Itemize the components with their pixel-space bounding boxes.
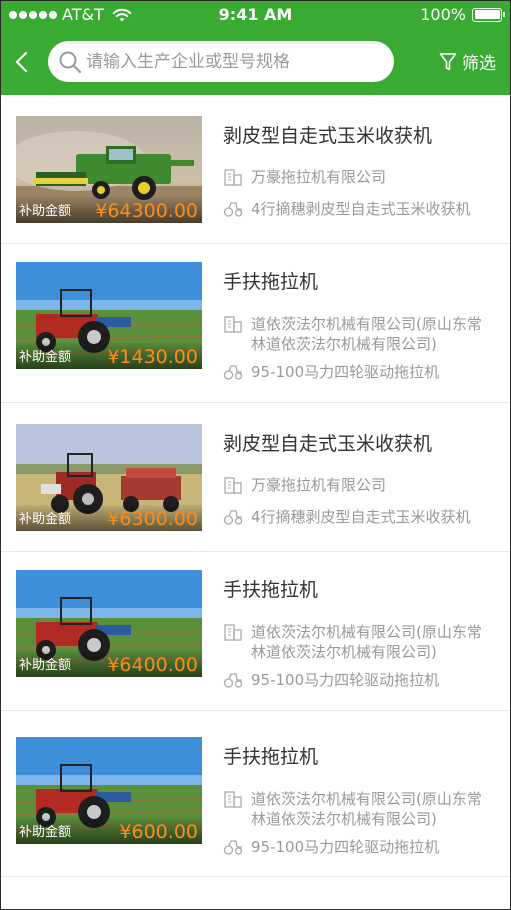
spec-row: 95-100马力四轮驱动拖拉机	[223, 670, 496, 690]
header-bar: 筛选	[1, 29, 510, 95]
subsidy-bar: 补助金额 ¥6300.00	[16, 505, 202, 531]
tractor-icon	[223, 673, 243, 688]
spec-row: 4行摘穗剥皮型自走式玉米收获机	[223, 507, 496, 527]
company-row: 道依茨法尔机械有限公司(原山东常林道依茨法尔机械有限公司)	[223, 622, 496, 662]
subsidy-label: 补助金额	[19, 658, 72, 673]
list-item[interactable]: 补助金额 ¥6300.00 剥皮型自走式玉米收获机 万豪拖拉机有限公司 4行摘穗…	[1, 403, 510, 552]
model-spec: 4行摘穗剥皮型自走式玉米收获机	[251, 200, 471, 218]
subsidy-amount: ¥1430.00	[107, 346, 198, 368]
subsidy-amount: ¥6300.00	[107, 508, 198, 530]
status-right: 100%	[420, 5, 505, 24]
filter-label: 筛选	[462, 54, 496, 74]
product-title: 剥皮型自走式玉米收获机	[223, 125, 433, 147]
company-row: 道依茨法尔机械有限公司(原山东常林道依茨法尔机械有限公司)	[223, 789, 496, 829]
model-spec: 95-100马力四轮驱动拖拉机	[251, 838, 440, 856]
search-input[interactable]	[86, 51, 366, 72]
list-item[interactable]: 补助金额 ¥1430.00 手扶拖拉机 道依茨法尔机械有限公司(原山东常林道依茨…	[1, 244, 510, 403]
company-row: 万豪拖拉机有限公司	[223, 475, 496, 495]
company-name: 万豪拖拉机有限公司	[251, 476, 387, 494]
product-title: 手扶拖拉机	[223, 271, 319, 293]
subsidy-label: 补助金额	[19, 350, 72, 365]
building-icon	[224, 624, 242, 641]
list-item[interactable]: 补助金额 ¥6400.00 手扶拖拉机 道依茨法尔机械有限公司(原山东常林道依茨…	[1, 552, 510, 711]
subsidy-label: 补助金额	[19, 204, 72, 219]
company-name: 道依茨法尔机械有限公司(原山东常林道依茨法尔机械有限公司)	[251, 790, 482, 828]
tractor-icon	[223, 365, 243, 380]
product-image: 补助金额 ¥1430.00	[16, 262, 202, 369]
back-button[interactable]	[11, 49, 33, 75]
subsidy-amount: ¥6400.00	[107, 654, 198, 676]
building-icon	[224, 169, 242, 186]
spec-row: 4行摘穗剥皮型自走式玉米收获机	[223, 199, 496, 219]
product-title: 手扶拖拉机	[223, 579, 319, 601]
subsidy-bar: 补助金额 ¥64300.00	[16, 197, 202, 223]
company-row: 道依茨法尔机械有限公司(原山东常林道依茨法尔机械有限公司)	[223, 314, 496, 354]
filter-icon	[439, 52, 457, 70]
subsidy-amount: ¥600.00	[119, 821, 198, 843]
spec-row: 95-100马力四轮驱动拖拉机	[223, 837, 496, 857]
subsidy-amount: ¥64300.00	[95, 200, 198, 222]
search-icon	[59, 51, 82, 73]
tractor-icon	[223, 202, 243, 217]
subsidy-label: 补助金额	[19, 512, 72, 527]
subsidy-label: 补助金额	[19, 825, 72, 840]
product-title: 剥皮型自走式玉米收获机	[223, 433, 433, 455]
subsidy-bar: 补助金额 ¥600.00	[16, 818, 202, 844]
company-name: 道依茨法尔机械有限公司(原山东常林道依茨法尔机械有限公司)	[251, 623, 482, 661]
subsidy-bar: 补助金额 ¥1430.00	[16, 343, 202, 369]
tractor-icon	[223, 840, 243, 855]
product-image: 补助金额 ¥600.00	[16, 737, 202, 844]
model-spec: 95-100马力四轮驱动拖拉机	[251, 363, 440, 381]
product-title: 手扶拖拉机	[223, 746, 319, 768]
battery-icon	[472, 7, 505, 22]
building-icon	[224, 791, 242, 808]
product-image: 补助金额 ¥64300.00	[16, 116, 202, 223]
filter-button[interactable]: 筛选	[439, 49, 496, 74]
model-spec: 4行摘穗剥皮型自走式玉米收获机	[251, 508, 471, 526]
product-image: 补助金额 ¥6400.00	[16, 570, 202, 677]
battery-percent: 100%	[420, 5, 466, 24]
list-item[interactable]: 补助金额 ¥600.00 手扶拖拉机 道依茨法尔机械有限公司(原山东常林道依茨法…	[1, 711, 510, 877]
company-name: 万豪拖拉机有限公司	[251, 168, 387, 186]
company-name: 道依茨法尔机械有限公司(原山东常林道依茨法尔机械有限公司)	[251, 315, 482, 353]
building-icon	[224, 316, 242, 333]
spec-row: 95-100马力四轮驱动拖拉机	[223, 362, 496, 382]
tractor-icon	[223, 510, 243, 525]
product-list: 补助金额 ¥64300.00 剥皮型自走式玉米收获机 万豪拖拉机有限公司 4行摘…	[1, 95, 510, 877]
building-icon	[224, 477, 242, 494]
company-row: 万豪拖拉机有限公司	[223, 167, 496, 187]
app-frame: AT&T 9:41 AM 100% 请输入生产企业或型号规格 筛选 补助金额 ¥…	[0, 0, 511, 910]
search-box[interactable]	[48, 41, 394, 82]
subsidy-bar: 补助金额 ¥6400.00	[16, 651, 202, 677]
product-image: 补助金额 ¥6300.00	[16, 424, 202, 531]
list-item[interactable]: 补助金额 ¥64300.00 剥皮型自走式玉米收获机 万豪拖拉机有限公司 4行摘…	[1, 95, 510, 244]
model-spec: 95-100马力四轮驱动拖拉机	[251, 671, 440, 689]
status-bar: AT&T 9:41 AM 100%	[1, 1, 510, 29]
